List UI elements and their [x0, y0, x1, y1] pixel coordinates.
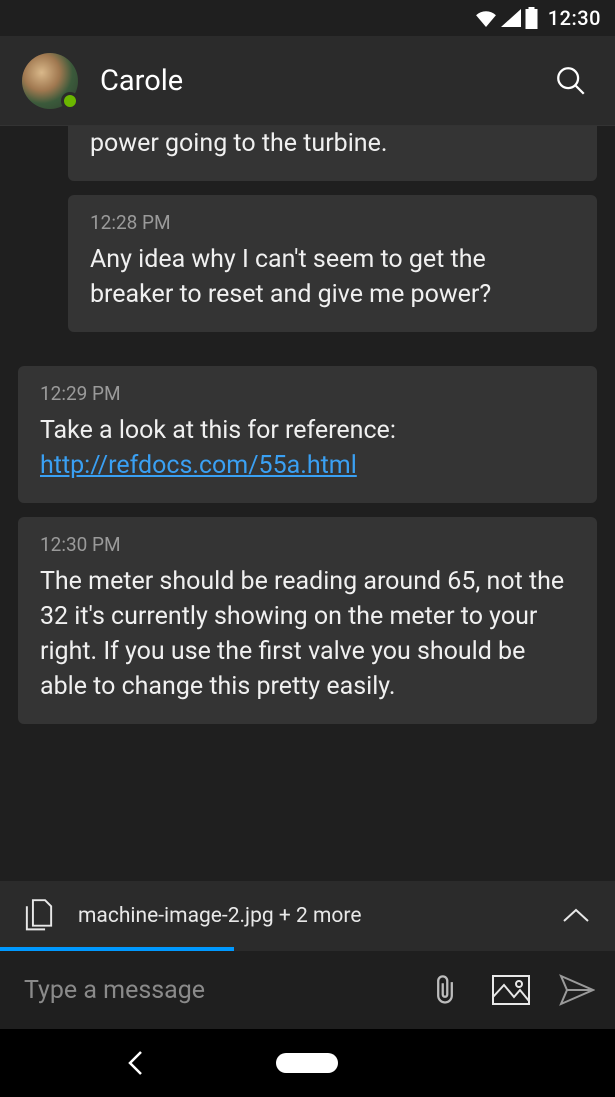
- paperclip-icon: [431, 973, 459, 1007]
- files-icon: [24, 899, 54, 933]
- wifi-icon: [475, 9, 497, 27]
- message-timestamp: 12:29 PM: [40, 382, 575, 405]
- back-button[interactable]: [125, 1049, 147, 1077]
- status-clock: 12:30: [548, 6, 601, 30]
- compose-bar: Type a message: [0, 951, 615, 1029]
- avatar[interactable]: [22, 53, 78, 109]
- attach-button[interactable]: [423, 968, 467, 1012]
- send-button[interactable]: [555, 968, 599, 1012]
- contact-name: Carole: [100, 64, 527, 98]
- status-icons: [475, 7, 538, 29]
- message-text: Take a look at this for reference:: [40, 416, 396, 445]
- message-body: Any idea why I can't seem to get the bre…: [90, 242, 575, 312]
- android-nav-bar: [0, 1029, 615, 1097]
- home-button[interactable]: [276, 1053, 338, 1073]
- send-icon: [559, 974, 595, 1006]
- app-screen: 12:30 Carole power going to the turbine.…: [0, 0, 615, 1097]
- upload-progress-fill: [0, 947, 234, 951]
- presence-badge: [61, 92, 79, 110]
- message-timestamp: 12:30 PM: [40, 533, 575, 556]
- attachments-label: machine-image-2.jpg + 2 more: [78, 904, 537, 928]
- image-button[interactable]: [489, 968, 533, 1012]
- message-bubble[interactable]: 12:30 PM The meter should be reading aro…: [18, 517, 597, 724]
- chevron-up-icon[interactable]: [561, 907, 591, 925]
- search-icon: [554, 64, 588, 98]
- message-link[interactable]: http://refdocs.com/55a.html: [40, 451, 357, 480]
- message-body: power going to the turbine.: [90, 126, 575, 161]
- message-list[interactable]: power going to the turbine. 12:28 PM Any…: [0, 126, 615, 881]
- message-body: Take a look at this for reference: http:…: [40, 413, 575, 483]
- message-bubble[interactable]: power going to the turbine.: [68, 126, 597, 181]
- status-bar: 12:30: [0, 0, 615, 36]
- message-timestamp: 12:28 PM: [90, 211, 575, 234]
- attachments-bar[interactable]: machine-image-2.jpg + 2 more: [0, 881, 615, 951]
- message-body: The meter should be reading around 65, n…: [40, 564, 575, 704]
- cellular-icon: [501, 9, 521, 27]
- image-icon: [492, 975, 530, 1005]
- message-bubble[interactable]: 12:29 PM Take a look at this for referen…: [18, 366, 597, 503]
- chat-header: Carole: [0, 36, 615, 126]
- search-button[interactable]: [549, 59, 593, 103]
- upload-progress-track: [0, 947, 615, 951]
- message-input[interactable]: Type a message: [24, 976, 401, 1005]
- message-bubble[interactable]: 12:28 PM Any idea why I can't seem to ge…: [68, 195, 597, 332]
- battery-icon: [525, 7, 538, 29]
